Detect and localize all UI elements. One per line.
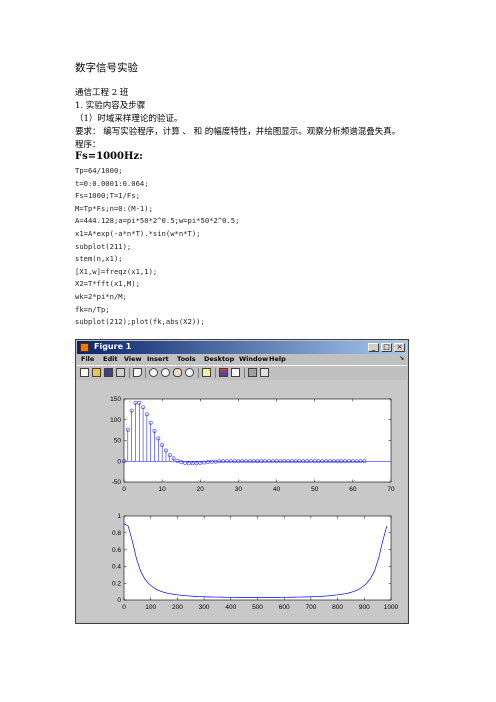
- figure-canvas: 0 10 20 30 40 50 60 70 -50 0 50 100 150 0 100 200 300 400…: [77, 380, 407, 622]
- section-heading: 1. 实验内容及步骤: [75, 101, 146, 111]
- toolbar-separator: [198, 368, 199, 378]
- code-line: A=444.128;a=pi*50*2^0.5;w=pi*50*2^0.5;: [75, 216, 240, 226]
- menu-window[interactable]: Window: [239, 355, 268, 363]
- doc-title: 数字信号实验: [75, 62, 138, 74]
- show-plot-tools-icon[interactable]: [260, 368, 269, 377]
- menu-edit[interactable]: Edit: [103, 355, 117, 363]
- code-line: stem(n,x1);: [75, 254, 123, 264]
- x-tick-label: 60: [349, 486, 357, 493]
- menu-file[interactable]: File: [81, 355, 94, 363]
- save-icon[interactable]: [104, 368, 113, 377]
- y-tick-label: -50: [112, 479, 122, 486]
- toolbar-separator: [244, 368, 245, 378]
- y-tick-label: 1: [117, 513, 121, 520]
- x-tick-label: 0: [122, 604, 126, 611]
- zoom-out-icon[interactable]: [161, 368, 170, 377]
- x-tick-label: 700: [305, 604, 316, 611]
- y-tick-label: 0.8: [112, 530, 121, 537]
- menu-desktop[interactable]: Desktop: [204, 355, 234, 363]
- open-icon[interactable]: [92, 368, 101, 377]
- y-tick-label: 150: [110, 396, 121, 403]
- y-tick-label: 0: [117, 458, 121, 465]
- x-tick-label: 0: [122, 486, 126, 493]
- pan-icon[interactable]: [173, 368, 182, 377]
- y-tick-label: 0.4: [112, 564, 121, 571]
- x-tick-label: 400: [225, 604, 236, 611]
- hide-plot-tools-icon[interactable]: [248, 368, 257, 377]
- x-tick-label: 900: [359, 604, 370, 611]
- y-tick-label: 0.6: [112, 547, 121, 554]
- y-tick-label: 50: [114, 438, 122, 445]
- toolbar-separator: [215, 368, 216, 378]
- title-bar[interactable]: Figure 1 _ □ ×: [77, 341, 407, 354]
- x-tick-label: 200: [172, 604, 183, 611]
- x-tick-label: 40: [273, 486, 281, 493]
- x-tick-label: 50: [311, 486, 319, 493]
- rotate-icon[interactable]: [185, 368, 194, 377]
- x-tick-label: 800: [332, 604, 343, 611]
- toolbar-separator: [145, 368, 146, 378]
- x-tick-label: 20: [197, 486, 205, 493]
- plots-svg: 0 10 20 30 40 50 60 70-500501001500 100 200 300 400…: [110, 396, 399, 611]
- x-tick-label: 300: [199, 604, 210, 611]
- code-line: fk=n/Tp;: [75, 304, 110, 314]
- code-line: t=0:0.0001:0.064;: [75, 178, 149, 188]
- code-line: Tp=64/1000;: [75, 166, 123, 175]
- code-line: subplot(211);: [75, 241, 132, 251]
- axes-box: [123, 515, 392, 601]
- x-tick-label: 70: [387, 486, 395, 493]
- data-cursor-icon[interactable]: [202, 368, 211, 377]
- menu-dock-arrow-icon[interactable]: ↘: [399, 355, 404, 362]
- legend-icon[interactable]: [231, 368, 240, 377]
- y-tick-label: 100: [110, 417, 121, 424]
- program-label: 程序：: [75, 140, 101, 150]
- maximize-button[interactable]: □: [381, 343, 392, 352]
- new-icon[interactable]: [80, 368, 89, 377]
- code-line: X2=T*fft(x1,M);: [75, 279, 140, 289]
- y-tick-label: 0: [117, 597, 121, 604]
- figure-icon: [80, 343, 89, 352]
- code-line: M=Tp*Fs;n=0:(M-1);: [75, 203, 153, 213]
- menu-help[interactable]: Help: [269, 355, 286, 363]
- zoom-in-icon[interactable]: [149, 368, 158, 377]
- y-tick-label: 0.2: [112, 580, 121, 587]
- x-tick-label: 30: [235, 486, 243, 493]
- toolbar-separator: [129, 368, 130, 378]
- x-tick-label: 10: [159, 486, 167, 493]
- axes-box: [123, 398, 392, 483]
- code-line: [X1,w]=freqz(x1,1);: [75, 266, 158, 276]
- case-heading: Fs=1000Hz:: [75, 151, 143, 162]
- x-tick-label: 1000: [384, 604, 399, 611]
- code-line: x1=A*exp(-a*n*T).*sin(w*n*T);: [75, 229, 201, 238]
- x-tick-label: 600: [279, 604, 290, 611]
- requirement-text: 要求： 编写实验程序，计算 、 和 的幅度特性，并绘图显示。观察分析频谱混叠失真…: [75, 127, 401, 137]
- figure-window: Figure 1 _ □ × File Edit View Insert Too…: [75, 339, 409, 624]
- code-line: Fs=1000;T=1/Fs;: [75, 191, 140, 201]
- menu-bar: File Edit View Insert Tools Desktop Wind…: [77, 354, 407, 365]
- code-line: wk=2*pi*n/M;: [75, 292, 127, 301]
- minimize-button[interactable]: _: [368, 343, 379, 352]
- x-tick-label: 500: [252, 604, 263, 611]
- class-line: 通信工程 2 班: [75, 88, 129, 98]
- code-line: subplot(212);plot(fk,abs(X2));: [75, 317, 205, 327]
- print-icon[interactable]: [116, 368, 125, 377]
- toolbar: [77, 365, 407, 381]
- subsection-heading: （1）时域采样理论的验证。: [75, 114, 183, 124]
- colorbar-icon[interactable]: [219, 368, 228, 377]
- menu-tools[interactable]: Tools: [177, 355, 196, 363]
- menu-insert[interactable]: Insert: [147, 355, 169, 363]
- x-tick-label: 100: [145, 604, 156, 611]
- window-title: Figure 1: [94, 342, 132, 351]
- close-button[interactable]: ×: [394, 343, 405, 352]
- menu-view[interactable]: View: [124, 355, 142, 363]
- pointer-icon[interactable]: [133, 368, 142, 377]
